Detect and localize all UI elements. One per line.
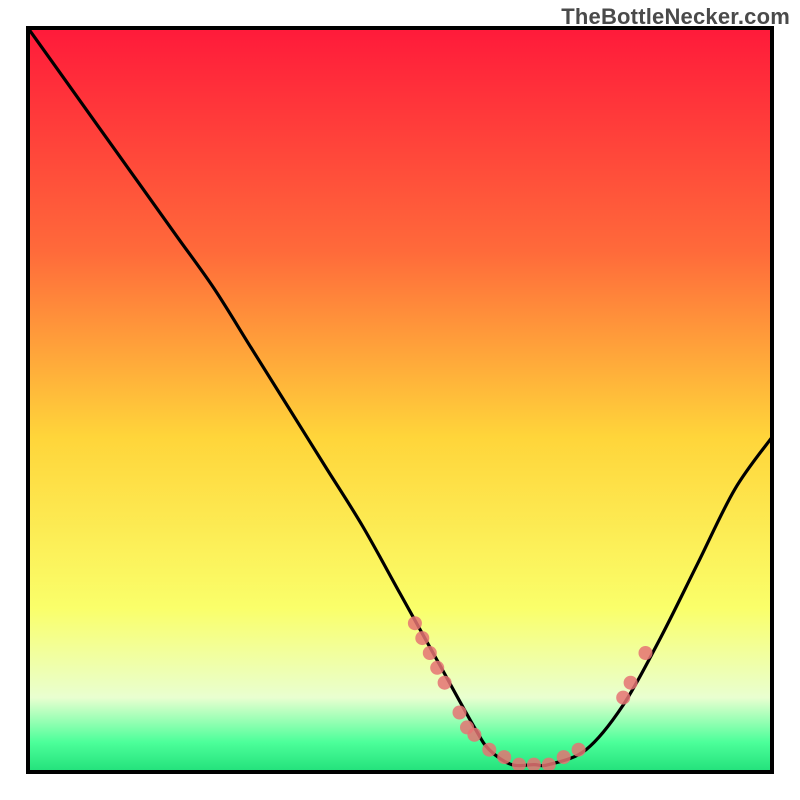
chart-svg (0, 0, 800, 800)
watermark-text: TheBottleNecker.com (561, 4, 790, 30)
plot-background (28, 28, 772, 772)
highlight-point (430, 661, 444, 675)
highlight-point (467, 728, 481, 742)
highlight-point (438, 676, 452, 690)
highlight-point (497, 750, 511, 764)
highlight-point (557, 750, 571, 764)
highlight-point (512, 758, 526, 772)
highlight-point (616, 691, 630, 705)
highlight-point (624, 676, 638, 690)
highlight-point (423, 646, 437, 660)
highlight-point (408, 616, 422, 630)
highlight-point (453, 706, 467, 720)
highlight-point (415, 631, 429, 645)
highlight-point (482, 743, 496, 757)
chart-stage: TheBottleNecker.com (0, 0, 800, 800)
highlight-point (572, 743, 586, 757)
highlight-point (527, 758, 541, 772)
highlight-point (639, 646, 653, 660)
highlight-point (542, 758, 556, 772)
